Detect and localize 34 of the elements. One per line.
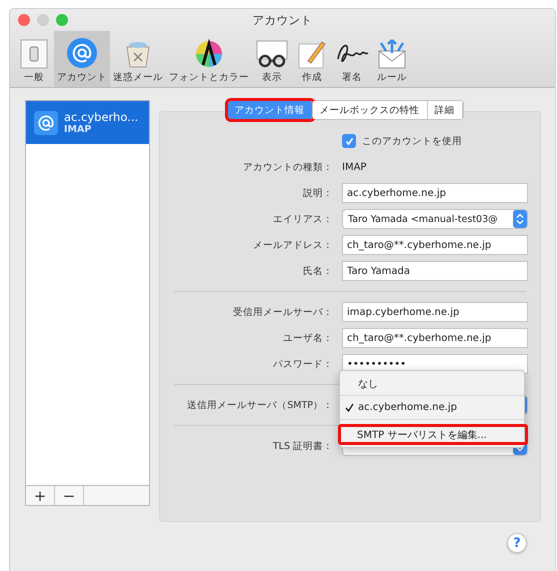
input-field[interactable]: ac.cyberhome.ne.jp (342, 183, 528, 203)
field-label: TLS 証明書： (272, 440, 333, 452)
menu-item[interactable]: SMTP サーバリストを編集... (339, 425, 527, 444)
toolbar-item[interactable]: 作成 (292, 31, 332, 87)
toolbar-item[interactable]: 一般 (14, 31, 54, 87)
account-name: ac.cyberho... (64, 110, 138, 124)
toolbar-item[interactable]: 表示 (252, 31, 292, 87)
toolbar-item[interactable]: フォントとカラー (166, 31, 252, 87)
input-field[interactable]: ch_taro@**.cyberhome.ne.jp (342, 235, 528, 255)
field-label: 氏名： (302, 264, 333, 278)
toolbar-item[interactable]: 迷惑メール (110, 31, 166, 87)
input-field[interactable]: imap.cyberhome.ne.jp (342, 302, 528, 322)
account-type-value: IMAP (342, 162, 368, 172)
account-item[interactable]: ac.cyberho... IMAP (26, 101, 149, 144)
field-label: アカウントの種類： (242, 160, 333, 174)
tab[interactable]: メールボックスの特性 (312, 101, 428, 119)
window-title: アカウント (252, 12, 312, 28)
field-label: エイリアス： (272, 212, 333, 226)
help-button[interactable]: ? (507, 533, 527, 553)
toolbar-item[interactable]: 署名 (332, 31, 372, 87)
input-field[interactable]: Taro Yamada (342, 261, 528, 281)
field-label: 受信用メールサーバ： (232, 306, 333, 318)
input-field[interactable]: ch_taro@**.cyberhome.ne.jp (342, 328, 528, 348)
toolbar-item[interactable]: アカウント (54, 31, 110, 87)
menu-item[interactable]: なし (340, 374, 524, 393)
field-label: パスワード： (272, 358, 333, 370)
account-type: IMAP (64, 124, 92, 135)
toolbar-item[interactable]: ルール (372, 31, 412, 87)
field-label: 説明： (302, 186, 333, 200)
field-label: 送信用メールサーバ（SMTP）： (186, 398, 333, 412)
field-label: ユーザ名： (282, 332, 333, 344)
field-label: メールアドレス： (252, 238, 333, 252)
checkbox-label: このアカウントを使用 (362, 134, 462, 148)
select-field[interactable]: Taro Yamada <manual-test03@ (342, 209, 528, 229)
